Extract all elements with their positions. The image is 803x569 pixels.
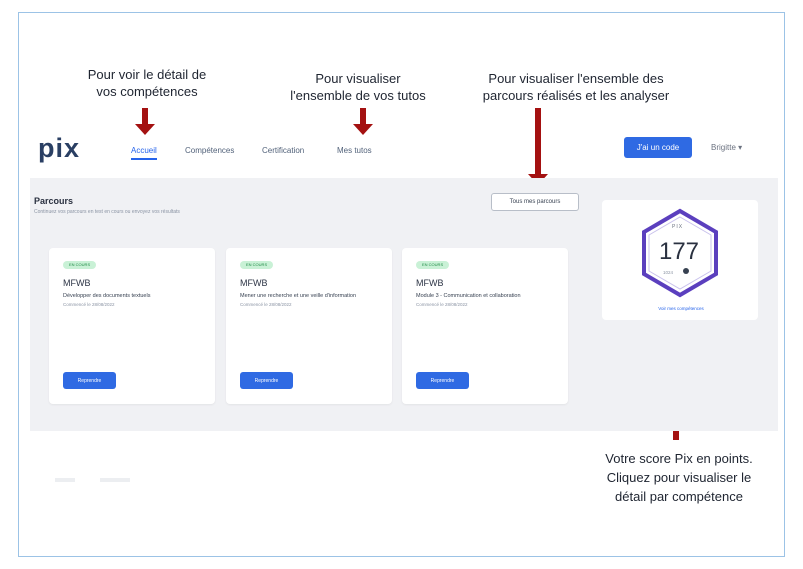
all-parcours-button[interactable]: Tous mes parcours (491, 193, 579, 211)
card-description: Mener une recherche et une veille d'info… (240, 293, 380, 308)
parcours-card-2[interactable]: EN COURS MFWB Mener une recherche et une… (226, 248, 392, 404)
card-date: Commencé le 28/08/2022 (240, 302, 292, 307)
arrow-to-competences (135, 108, 155, 135)
card-description-text: Module 3 - Communication et collaboratio… (416, 293, 521, 299)
nav-accueil[interactable]: Accueil (131, 146, 157, 160)
faint-placeholder (100, 478, 130, 482)
annotation-competences: Pour voir le détail de vos compétences (87, 67, 207, 99)
card-description-text: Mener une recherche et une veille d'info… (240, 293, 357, 299)
card-date: Commencé le 28/08/2022 (63, 302, 115, 307)
card-description-text: Développer des documents textuels (63, 293, 151, 299)
nav-mes-tutos[interactable]: Mes tutos (337, 146, 372, 155)
card-description: Module 3 - Communication et collaboratio… (416, 293, 556, 308)
annotation-tutos: Pour visualiser l'ensemble de vos tutos (290, 71, 426, 103)
score-value: 177 (658, 238, 700, 265)
parcours-title: Parcours (34, 196, 74, 206)
card-date: Commencé le 28/08/2022 (416, 302, 468, 307)
parcours-card-1[interactable]: EN COURS MFWB Développer des documents t… (49, 248, 215, 404)
annotation-parcours: Pour visualiser l'ensemble des parcours … (482, 71, 670, 103)
card-code: MFWB (240, 278, 268, 288)
status-badge: EN COURS (63, 261, 97, 269)
resume-button[interactable]: Reprendre (63, 372, 116, 389)
pix-logo[interactable]: pix (38, 133, 80, 164)
nav-certification[interactable]: Certification (262, 146, 304, 155)
see-competences-link[interactable]: Voir mes compétences (636, 306, 726, 311)
arrow-to-parcours (528, 108, 548, 186)
card-description: Développer des documents textuels Commen… (63, 293, 203, 308)
faint-placeholder (55, 478, 75, 482)
resume-button[interactable]: Reprendre (416, 372, 469, 389)
resume-button[interactable]: Reprendre (240, 372, 293, 389)
parcours-subtitle: Continuez vos parcours en test en cours … (34, 209, 180, 215)
card-code: MFWB (416, 278, 444, 288)
score-label: PIX (672, 224, 684, 230)
status-badge: EN COURS (416, 261, 450, 269)
arrow-to-tutos (353, 108, 373, 135)
user-menu[interactable]: Brigitte ▾ (711, 143, 742, 152)
card-code: MFWB (63, 278, 91, 288)
info-icon (683, 268, 689, 274)
annotation-score: Votre score Pix en points. Cliquez pour … (605, 451, 753, 504)
code-button[interactable]: J'ai un code (624, 137, 692, 158)
status-badge: EN COURS (240, 261, 274, 269)
parcours-card-3[interactable]: EN COURS MFWB Module 3 - Communication e… (402, 248, 568, 404)
score-max: 1024 (663, 270, 674, 275)
nav-competences[interactable]: Compétences (185, 146, 234, 155)
